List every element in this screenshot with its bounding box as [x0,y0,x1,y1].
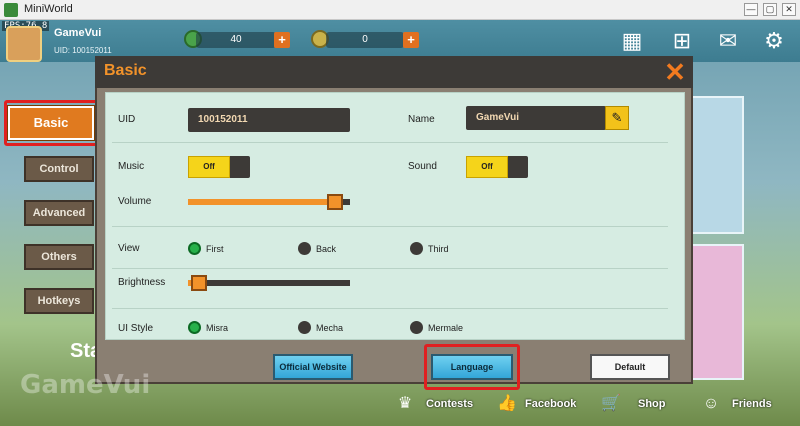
tab-hotkeys[interactable]: Hotkeys [24,288,94,314]
dialog-header [95,56,693,88]
section-divider [112,308,668,309]
ui-style-mecha-label: Mecha [316,323,344,333]
volume-slider-fill [188,199,335,205]
section-divider [112,268,668,269]
view-third-label: Third [428,244,449,254]
friends-nav[interactable]: Friends [732,398,772,410]
dialog-title: Basic [104,62,147,79]
player-uid: UID: 100152011 [54,46,112,55]
add-gems-button[interactable]: + [274,32,290,48]
ui-style-misra-label: Misra [206,323,228,333]
sound-toggle[interactable]: Off [466,156,528,178]
trophy-icon[interactable]: ♛ [394,393,416,415]
official-website-button[interactable]: Official Website [273,354,353,380]
avatar[interactable] [6,26,42,62]
view-back-label: Back [316,244,337,254]
background-card-bottom [690,244,744,380]
pencil-icon: ✎ [611,110,623,125]
uid-label: UID [118,114,136,125]
volume-slider-thumb[interactable] [327,194,343,210]
gear-icon[interactable]: ⚙ [760,27,788,55]
close-dialog-button[interactable]: ✕ [658,57,692,87]
app-logo-icon [4,3,18,17]
view-first-label: First [206,244,224,254]
close-window-button[interactable]: ✕ [782,3,796,16]
shop-cart-icon[interactable]: 🛒 [600,393,622,415]
facebook-nav[interactable]: Facebook [525,398,576,410]
ui-style-mermale-label: Mermale [428,323,464,333]
gem-count: 40 [196,32,276,48]
uid-field: 100152011 [188,108,350,132]
ui-style-label: UI Style [118,323,154,334]
brightness-slider[interactable] [188,275,350,291]
view-first-radio[interactable] [188,242,201,255]
view-label: View [118,243,140,254]
friends-icon[interactable]: ☺ [700,393,722,415]
maximize-button[interactable]: ▢ [763,3,777,16]
edit-name-button[interactable]: ✎ [605,106,629,130]
mail-icon[interactable]: ✉ [714,27,742,55]
coin-count: 0 [326,32,404,48]
highlight-language-button [424,344,520,390]
brightness-slider-thumb[interactable] [191,275,207,291]
music-label: Music [118,161,145,172]
tab-others[interactable]: Others [24,244,94,270]
default-button[interactable]: Default [590,354,670,380]
name-label: Name [408,114,435,125]
music-toggle-knob: Off [188,156,230,178]
ui-style-misra-radio[interactable] [188,321,201,334]
tab-advanced[interactable]: Advanced [24,200,94,226]
brightness-label: Brightness [118,277,166,288]
window-titlebar: MiniWorld — ▢ ✕ [0,0,800,20]
minimize-button[interactable]: — [744,3,758,16]
contests-nav[interactable]: Contests [426,398,473,410]
gift-icon[interactable]: ⊞ [668,27,696,55]
sound-label: Sound [408,161,437,172]
add-coins-button[interactable]: + [403,32,419,48]
watermark: GameVui [20,370,151,400]
section-divider [112,142,668,143]
volume-slider[interactable] [188,194,350,210]
storage-icon[interactable]: ▦ [618,27,646,55]
name-field: GameVui [466,106,606,130]
sound-toggle-knob: Off [466,156,508,178]
volume-label: Volume [118,196,152,207]
view-third-radio[interactable] [410,242,423,255]
tab-control[interactable]: Control [24,156,94,182]
window-title: MiniWorld [24,3,73,15]
thumbs-up-icon[interactable]: 👍 [496,393,518,415]
music-toggle[interactable]: Off [188,156,250,178]
section-divider [112,226,668,227]
player-name: GameVui [54,27,102,39]
highlight-basic-tab [4,100,108,146]
background-card-top [690,96,744,234]
ui-style-mermale-radio[interactable] [410,321,423,334]
ui-style-mecha-radio[interactable] [298,321,311,334]
shop-nav[interactable]: Shop [638,398,666,410]
view-back-radio[interactable] [298,242,311,255]
